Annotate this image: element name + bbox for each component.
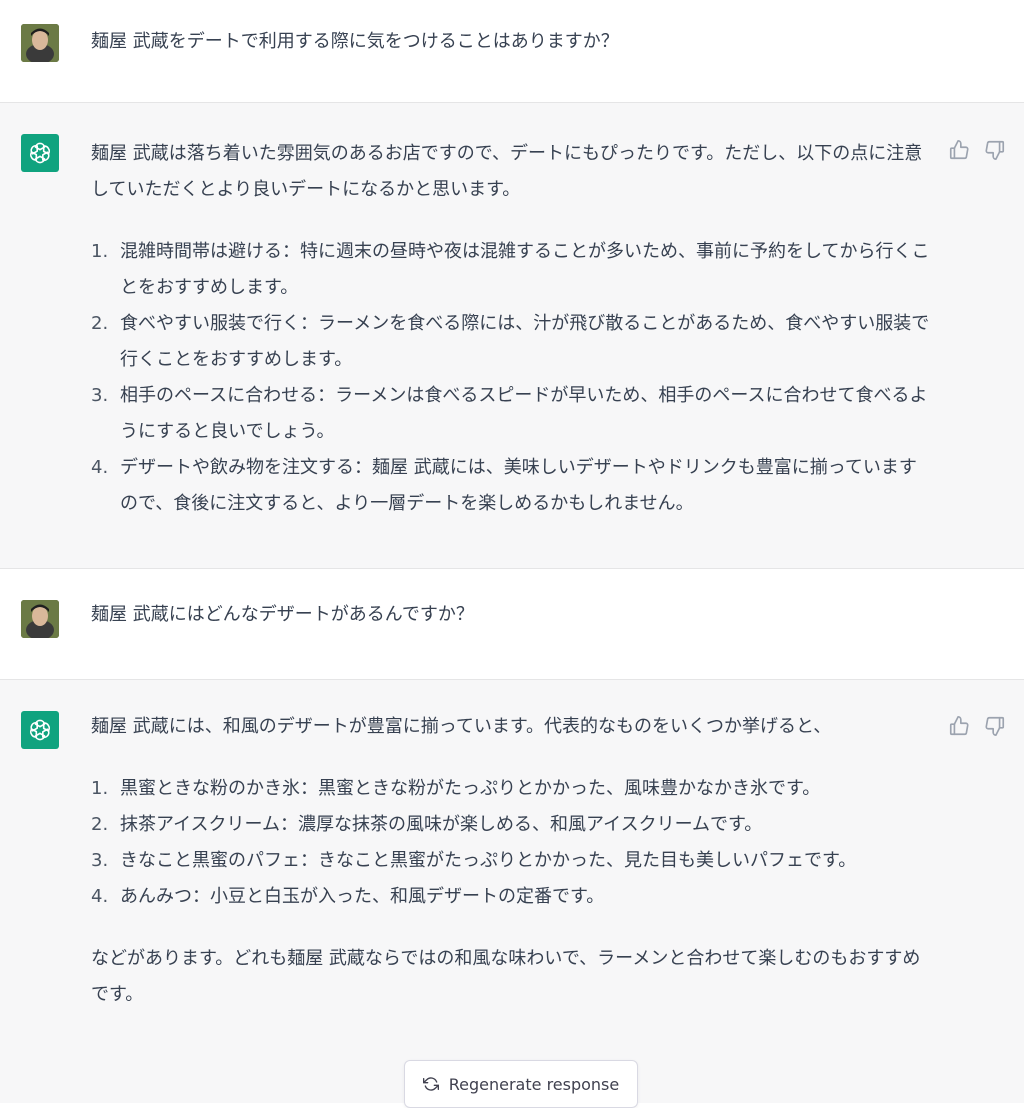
thumbs-down-icon[interactable] — [984, 139, 1006, 161]
list-item: 3. きなこと黒蜜のパフェ：きなこと黒蜜がたっぷりとかかった、見た目も美しいパフェ… — [91, 850, 857, 871]
assistant-message-body: 麺屋 武蔵は落ち着いた雰囲気のあるお店ですので、デートにもぴったりです。ただし、… — [91, 136, 931, 522]
assistant-intro: 麺屋 武蔵は落ち着いた雰囲気のあるお店ですので、デートにもぴったりです。ただし、… — [91, 143, 923, 200]
thumbs-up-icon[interactable] — [948, 139, 970, 161]
openai-logo-icon — [21, 134, 59, 172]
feedback-buttons — [948, 715, 1006, 737]
assistant-outro: などがあります。どれも麺屋 武蔵ならではの和風な味わいで、ラーメンと合わせて楽し… — [91, 948, 921, 1005]
assistant-intro: 麺屋 武蔵には、和風のデザートが豊富に揃っています。代表的なものをいくつか挙げる… — [91, 716, 832, 737]
assistant-message-row: 麺屋 武蔵には、和風のデザートが豊富に揃っています。代表的なものをいくつか挙げる… — [0, 679, 1024, 1103]
regenerate-label: Regenerate response — [448, 1074, 620, 1094]
assistant-message-row: 麺屋 武蔵は落ち着いた雰囲気のあるお店ですので、デートにもぴったりです。ただし、… — [0, 102, 1024, 569]
regenerate-response-button[interactable]: Regenerate response — [404, 1060, 638, 1108]
list-item: 2. 食べやすい服装で行く：ラーメンを食べる際には、汁が飛び散ることがあるため、食… — [91, 313, 930, 370]
user-message-row: 麺屋 武蔵にはどんなデザートがあるんですか？ — [0, 569, 1024, 679]
feedback-buttons — [948, 139, 1006, 161]
assistant-message-body: 麺屋 武蔵には、和風のデザートが豊富に揃っています。代表的なものをいくつか挙げる… — [91, 709, 931, 1013]
thumbs-down-icon[interactable] — [984, 715, 1006, 737]
user-message-text: 麺屋 武蔵にはどんなデザートがあるんですか？ — [91, 604, 474, 625]
list-item: 2. 抹茶アイスクリーム：濃厚な抹茶の風味が楽しめる、和風アイスクリームです。 — [91, 814, 763, 835]
user-avatar — [21, 600, 59, 638]
thumbs-up-icon[interactable] — [948, 715, 970, 737]
user-message-text: 麺屋 武蔵をデートで利用する際に気をつけることはありますか？ — [91, 31, 619, 52]
openai-logo-icon — [21, 711, 59, 749]
list-item: 4. デザートや飲み物を注文する：麺屋 武蔵には、美味しいデザートやドリンクも豊富… — [91, 457, 917, 514]
list-item: 3. 相手のペースに合わせる：ラーメンは食べるスピードが早いため、相手のペースに合… — [91, 385, 928, 442]
list-item: 1. 黒蜜ときな粉のかき氷：黒蜜ときな粉がたっぷりとかかった、風味豊かなかき氷です… — [91, 778, 821, 799]
list-item: 1. 混雑時間帯は避ける：特に週末の昼時や夜は混雑することが多いため、事前に予約を… — [91, 241, 930, 298]
list-item: 4. あんみつ：小豆と白玉が入った、和風デザートの定番です。 — [91, 886, 605, 907]
user-message-row: 麺屋 武蔵をデートで利用する際に気をつけることはありますか？ — [0, 0, 1024, 102]
dessert-list: 1. 黒蜜ときな粉のかき氷：黒蜜ときな粉がたっぷりとかかった、風味豊かなかき氷です… — [91, 771, 931, 915]
tips-list: 1. 混雑時間帯は避ける：特に週末の昼時や夜は混雑することが多いため、事前に予約を… — [91, 234, 931, 522]
user-avatar — [21, 24, 59, 62]
refresh-icon — [422, 1076, 439, 1092]
